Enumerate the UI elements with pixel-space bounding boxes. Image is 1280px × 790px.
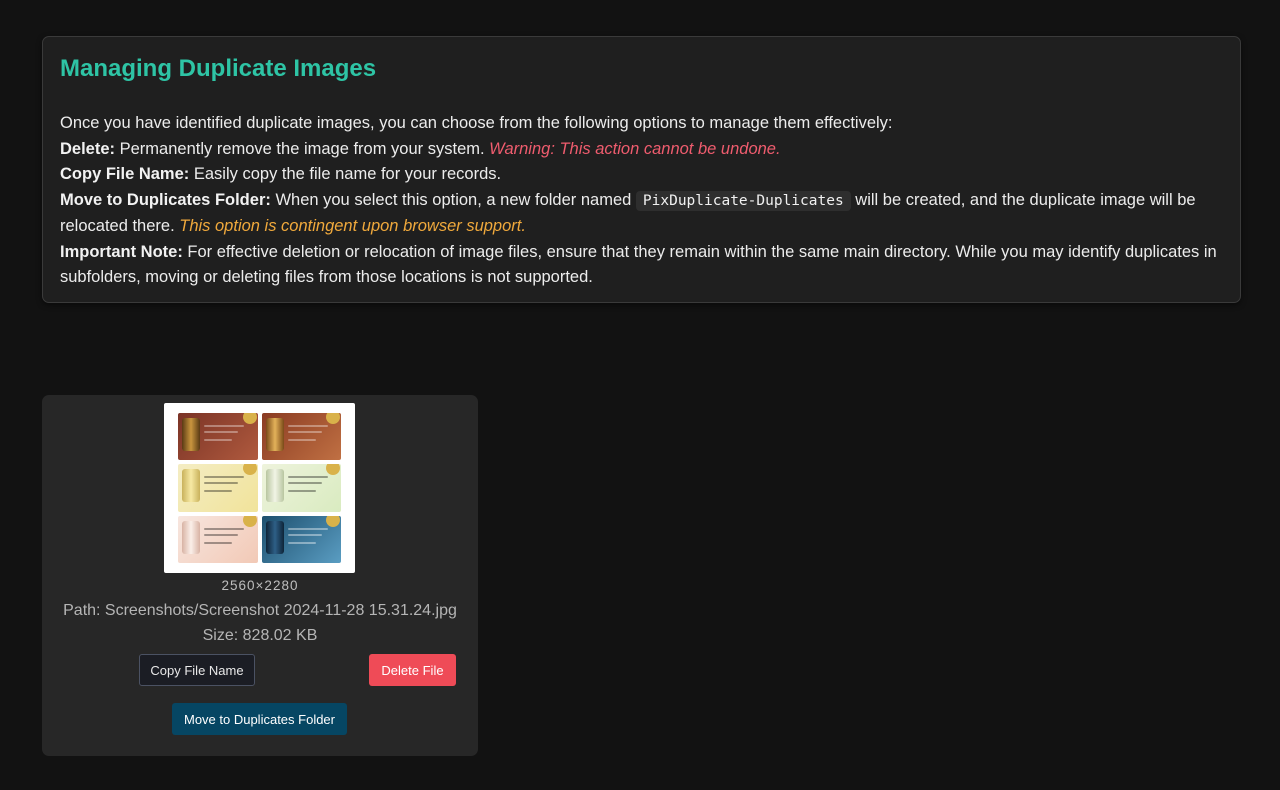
- copy-file-name-button[interactable]: Copy File Name: [139, 654, 255, 686]
- duplicate-image-card: 2560×2280 Path: Screenshots/Screenshot 2…: [42, 395, 478, 756]
- duplicates-folder-name: PixDuplicate-Duplicates: [635, 190, 851, 211]
- thumbnail-tile: [261, 464, 341, 512]
- move-option-line: Move to Duplicates Folder: When you sele…: [60, 188, 1223, 240]
- important-note-text: For effective deletion or relocation of …: [60, 242, 1217, 287]
- delete-option-text: Permanently remove the image from your s…: [115, 139, 490, 158]
- duplicate-management-info-panel: Managing Duplicate Images Once you have …: [42, 36, 1241, 303]
- thumbnail-tile: [178, 464, 258, 512]
- image-path: Path: Screenshots/Screenshot 2024-11-28 …: [63, 602, 457, 619]
- intro-text: Once you have identified duplicate image…: [60, 114, 893, 132]
- delete-warning-text: Warning: This action cannot be undone.: [489, 139, 781, 158]
- important-note-line: Important Note: For effective deletion o…: [60, 240, 1223, 291]
- copy-option-line: Copy File Name: Easily copy the file nam…: [60, 162, 1223, 188]
- image-thumbnail[interactable]: [164, 403, 355, 573]
- move-option-label: Move to Duplicates Folder:: [60, 190, 271, 209]
- thumbnail-tile: [261, 515, 341, 563]
- copy-option-text: Easily copy the file name for your recor…: [189, 165, 502, 183]
- image-size: Size: 828.02 KB: [202, 627, 318, 644]
- move-to-duplicates-folder-button[interactable]: Move to Duplicates Folder: [172, 703, 347, 735]
- important-note-label: Important Note:: [60, 242, 183, 261]
- info-body: Once you have identified duplicate image…: [60, 111, 1223, 291]
- delete-file-button[interactable]: Delete File: [369, 654, 456, 686]
- thumbnail-image-content: [178, 413, 341, 563]
- delete-option-label: Delete:: [60, 139, 116, 158]
- image-dimensions: 2560×2280: [221, 578, 299, 593]
- thumbnail-tile: [178, 515, 258, 563]
- move-option-text-1: When you select this option, a new folde…: [270, 190, 636, 209]
- thumbnail-tile: [261, 413, 341, 461]
- delete-option-line: Delete: Permanently remove the image fro…: [60, 137, 1223, 163]
- copy-option-label: Copy File Name:: [60, 165, 190, 183]
- thumbnail-tile: [178, 413, 258, 461]
- browser-support-caution: This option is contingent upon browser s…: [179, 217, 526, 235]
- info-title: Managing Duplicate Images: [60, 55, 377, 82]
